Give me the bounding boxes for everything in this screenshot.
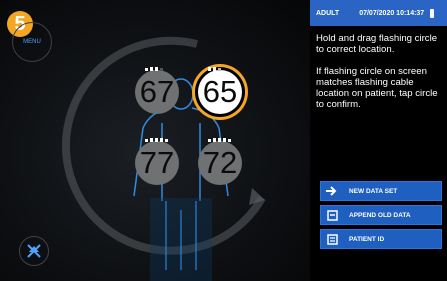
screen: 5 MENU 67 65 77 72 ADULT 07/07/2020 10:1… [0,0,447,281]
append-old-data-button[interactable]: APPEND OLD DATA [320,205,442,225]
button-label: NEW DATA SET [349,187,398,195]
signal-icon [145,67,163,71]
menu-button[interactable]: MENU [12,22,52,62]
instructions: Hold and drag flashing circle to correct… [316,33,444,121]
signal-icon [208,67,221,71]
sensor-placement-area: 5 MENU 67 65 77 72 [0,0,310,281]
instruction-text: If flashing circle on screen matches fla… [316,66,438,110]
sensor-value: 65 [202,74,238,109]
right-panel: ADULT 07/07/2020 10:14:37 Hold and drag … [310,0,447,281]
patient-mode: ADULT [316,9,340,17]
mute-button[interactable] [19,236,49,266]
arrow-icon [325,184,339,198]
sensor-value: 77 [139,145,175,180]
alarm-mute-icon [27,244,41,258]
id-card-icon [325,232,339,246]
instruction-text: Hold and drag flashing circle to correct… [316,33,438,55]
button-label: PATIENT ID [349,235,385,243]
sensor-value: 67 [139,74,175,109]
sensor-circle[interactable]: 72 [198,138,242,185]
append-icon [325,208,339,222]
sensor-circle[interactable]: 67 [135,67,179,114]
battery-icon [430,8,435,18]
new-data-set-button[interactable]: NEW DATA SET [320,181,442,201]
sensor-circle[interactable]: 77 [135,138,179,185]
button-label: APPEND OLD DATA [349,211,411,219]
sensor-value: 72 [202,145,238,180]
patient-id-button[interactable]: PATIENT ID [320,229,442,249]
status-bar: ADULT 07/07/2020 10:14:37 [310,0,447,26]
sensor-circle-active[interactable]: 65 [198,67,242,114]
datetime: 07/07/2020 10:14:37 [359,9,425,17]
signal-icon [208,138,231,142]
signal-icon [145,138,168,142]
